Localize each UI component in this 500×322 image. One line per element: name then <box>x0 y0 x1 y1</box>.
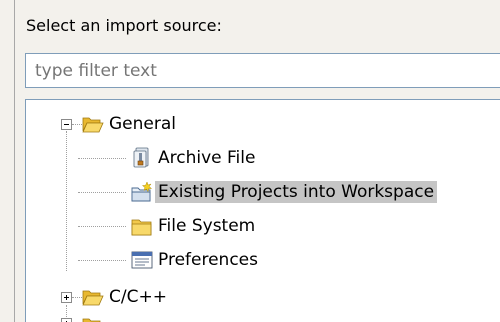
expand-toggle-cpp[interactable] <box>61 292 72 303</box>
tree-connector-filesystem <box>78 226 126 227</box>
folder-icon <box>131 215 153 237</box>
tree-item-label: C/C++ <box>109 287 167 307</box>
import-wizard-page: Select an import source: General <box>14 0 500 322</box>
preferences-icon <box>131 249 153 271</box>
tree-connector-general <box>66 131 67 271</box>
tree-item-label: Existing Projects into Workspace <box>155 181 438 203</box>
tree-item-label: File System <box>158 216 256 236</box>
tree-item-label: Archive File <box>158 148 256 168</box>
tree-connector-existing <box>78 192 126 193</box>
tree-connector-preferences <box>78 260 126 261</box>
tree-item-existing-projects[interactable]: Existing Projects into Workspace <box>131 175 438 209</box>
tree-connector-general-h <box>72 124 82 125</box>
tree-item-cpp[interactable]: C/C++ <box>82 280 170 314</box>
archive-file-icon <box>131 147 153 169</box>
closed-folder-icon <box>82 314 104 322</box>
closed-folder-icon <box>82 286 104 308</box>
tree-item-general[interactable]: General <box>82 107 179 141</box>
expand-toggle-next[interactable] <box>61 318 72 322</box>
tree-item-label: General <box>109 114 176 134</box>
collapse-toggle-general[interactable] <box>61 119 72 130</box>
tree-connector-archive <box>78 158 126 159</box>
import-source-label: Select an import source: <box>26 16 222 35</box>
import-source-tree[interactable]: General Archive File Existing Projects i… <box>25 99 500 322</box>
tree-item-file-system[interactable]: File System <box>131 209 258 243</box>
tree-connector-cpp-h <box>72 297 82 298</box>
tree-item-preferences[interactable]: Preferences <box>131 243 261 277</box>
existing-projects-icon <box>131 181 153 203</box>
tree-item-archive-file[interactable]: Archive File <box>131 141 258 175</box>
tree-item-label: Preferences <box>158 250 258 270</box>
filter-input[interactable] <box>25 53 500 88</box>
open-folder-icon <box>82 113 104 135</box>
